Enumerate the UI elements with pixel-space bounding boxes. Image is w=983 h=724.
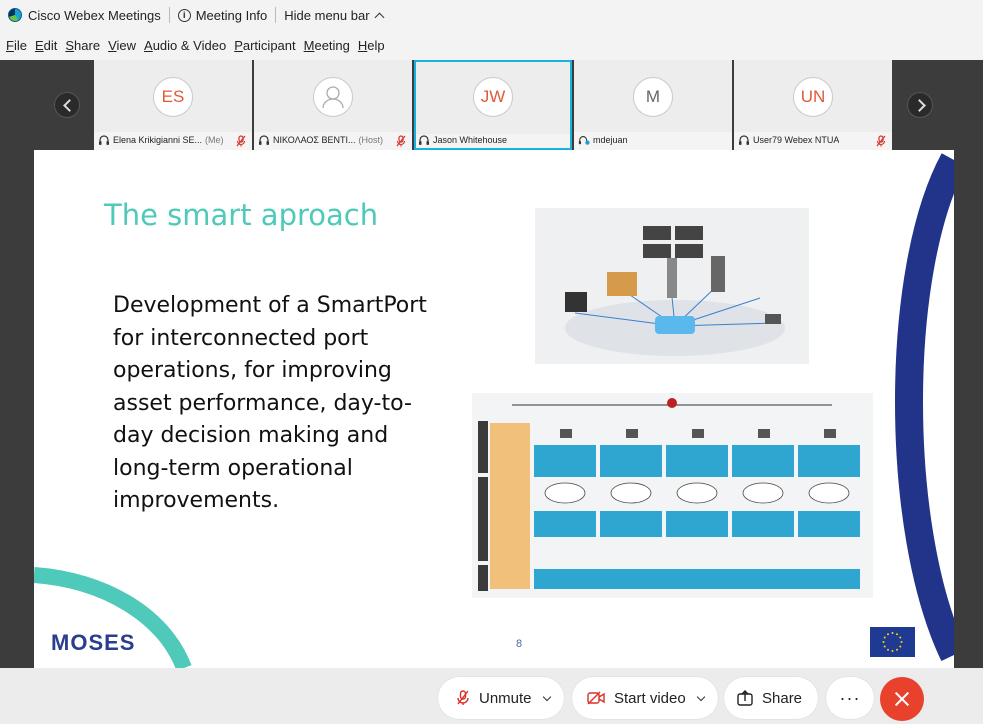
- mic-muted-icon: [457, 690, 469, 705]
- mic-muted-icon: [396, 135, 406, 147]
- menu-label: udio & Video: [152, 37, 227, 53]
- menu-label: eeting: [314, 37, 350, 53]
- menu-participant[interactable]: Participant: [230, 38, 299, 53]
- meeting-info-label: Meeting Info: [195, 7, 268, 23]
- menu-meeting[interactable]: Meeting: [300, 38, 354, 53]
- participant-tile[interactable]: ΝΙΚΟΛΑΟΣ ΒΕΝΤΙ... (Host): [254, 60, 412, 150]
- menu-label: iew: [116, 37, 137, 53]
- menu-view[interactable]: View: [104, 38, 140, 53]
- title-bar: Cisco Webex Meetings i Meeting Info Hide…: [0, 0, 983, 30]
- menu-share[interactable]: Share: [61, 38, 104, 53]
- participant-name: User79 Webex NTUA: [753, 135, 840, 145]
- menu-hotkey: A: [144, 37, 153, 53]
- chevron-down-icon[interactable]: [696, 692, 705, 701]
- participant-name: Elena Krikigianni SE...: [113, 135, 203, 145]
- avatar: ES: [153, 77, 193, 117]
- mic-muted-icon: [876, 135, 886, 147]
- menu-audio-video[interactable]: Audio & Video: [140, 38, 230, 53]
- headset-icon: [259, 135, 269, 145]
- avatar: M: [633, 77, 673, 117]
- share-label: Share: [762, 689, 803, 707]
- webex-meeting-window: Cisco Webex Meetings i Meeting Info Hide…: [0, 0, 983, 724]
- chevron-down-icon[interactable]: [542, 692, 551, 701]
- menu-bar: File Edit Share View Audio & Video Parti…: [0, 30, 983, 60]
- avatar: JW: [473, 77, 513, 117]
- scroll-left-button[interactable]: [54, 92, 80, 118]
- headset-icon: [419, 135, 429, 145]
- menu-hotkey: E: [34, 37, 44, 53]
- leave-meeting-button[interactable]: [880, 677, 924, 721]
- menu-hotkey: S: [65, 37, 75, 53]
- share-button[interactable]: Share: [724, 677, 818, 719]
- start-video-button[interactable]: Start video: [572, 677, 718, 719]
- chevron-up-icon: [374, 12, 384, 22]
- phone-audio-icon: [578, 136, 590, 145]
- participant-name: ΝΙΚΟΛΑΟΣ ΒΕΝΤΙ...: [273, 135, 356, 145]
- avatar: UN: [793, 77, 833, 117]
- menu-label: articipant: [242, 37, 296, 53]
- participant-name: mdejuan: [593, 135, 628, 145]
- menu-file[interactable]: File: [2, 38, 31, 53]
- menu-label: elp: [367, 37, 385, 53]
- slide-body-text: Development of a SmartPort for interconn…: [113, 293, 427, 513]
- headset-icon: [739, 135, 749, 145]
- headset-icon: [99, 135, 109, 145]
- decorative-arc: [895, 153, 954, 662]
- more-options-button[interactable]: ···: [826, 677, 874, 719]
- participant-label: Jason Whitehouse: [418, 132, 566, 148]
- menu-hotkey: P: [234, 37, 243, 53]
- menu-label: dit: [43, 37, 58, 53]
- mic-muted-icon: [236, 135, 246, 147]
- architecture-graphic: [478, 398, 860, 591]
- presentation-slide: The smart aproach Development of a Smart…: [34, 150, 954, 668]
- participant-label: User79 Webex NTUA: [738, 132, 888, 148]
- menu-label: ile: [13, 37, 27, 53]
- participant-strip: ES Elena Krikigianni SE... (Me) ΝΙΚΟΛΑΟΣ…: [0, 60, 983, 150]
- eu-flag-icon: [870, 627, 915, 657]
- app-title: Cisco Webex Meetings: [0, 0, 169, 30]
- menu-hotkey: V: [108, 37, 117, 53]
- eu-stars-icon: [882, 632, 903, 652]
- participant-tile[interactable]: M mdejuan: [574, 60, 732, 150]
- participant-tile[interactable]: ES Elena Krikigianni SE... (Me): [94, 60, 252, 150]
- menu-hotkey: F: [6, 37, 14, 53]
- meeting-info-button[interactable]: i Meeting Info: [170, 0, 276, 30]
- start-video-label: Start video: [614, 689, 686, 707]
- participant-tile[interactable]: UN User79 Webex NTUA: [734, 60, 892, 150]
- participant-label: ΝΙΚΟΛΑΟΣ ΒΕΝΤΙ... (Host): [258, 132, 408, 148]
- unmute-button[interactable]: Unmute: [438, 677, 564, 719]
- participant-tile-active-speaker[interactable]: JW Jason Whitehouse: [414, 60, 572, 150]
- menu-label: hare: [74, 37, 101, 53]
- participant-label: mdejuan: [578, 132, 728, 148]
- avatar: [313, 77, 353, 117]
- connected-devices-graphic: [565, 226, 785, 356]
- participant-role: (Me): [205, 135, 224, 145]
- menu-help[interactable]: Help: [354, 38, 389, 53]
- participant-role: (Host): [358, 135, 383, 145]
- share-icon: [737, 690, 753, 706]
- unmute-label: Unmute: [479, 689, 532, 707]
- slide-page-number: 8: [516, 638, 523, 650]
- webex-logo-icon: [8, 8, 22, 22]
- hide-menu-label: Hide menu bar: [284, 7, 370, 23]
- slide-title: The smart aproach: [104, 198, 379, 232]
- connected-assets-illustration: [535, 208, 809, 364]
- more-options-icon: ···: [839, 687, 861, 708]
- app-name: Cisco Webex Meetings: [28, 7, 161, 23]
- menu-hotkey: M: [303, 37, 315, 53]
- connected-view-architecture-diagram: [472, 393, 873, 598]
- user-placeholder-icon: [322, 86, 344, 109]
- menu-edit[interactable]: Edit: [31, 38, 61, 53]
- hide-menu-bar-button[interactable]: Hide menu bar: [276, 0, 390, 30]
- video-off-icon: [587, 691, 605, 705]
- participant-name: Jason Whitehouse: [433, 135, 508, 145]
- meeting-controls-bar: Unmute Start video Share ···: [0, 668, 983, 724]
- scroll-right-button[interactable]: [907, 92, 933, 118]
- moses-logo: MOSES: [51, 630, 136, 655]
- info-icon: i: [177, 8, 191, 22]
- menu-hotkey: H: [357, 37, 368, 53]
- participant-label: Elena Krikigianni SE... (Me): [98, 132, 248, 148]
